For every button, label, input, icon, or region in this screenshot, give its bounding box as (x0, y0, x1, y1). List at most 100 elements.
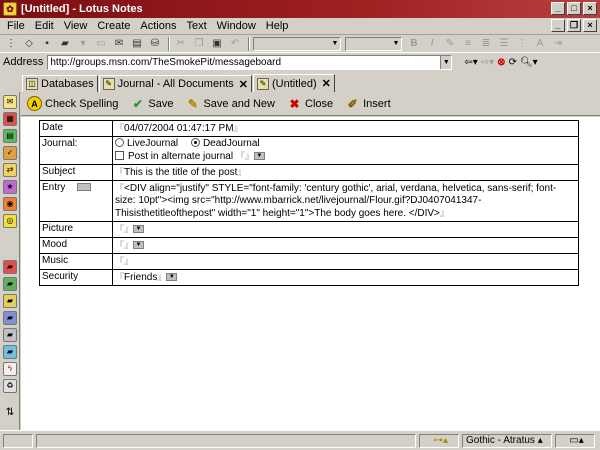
mail-bookmark-icon[interactable]: ✉ (3, 95, 17, 109)
doc-minimize-button[interactable]: _ (551, 19, 565, 32)
style-combo[interactable]: ▼ (253, 36, 341, 51)
web-bookmark-icon[interactable]: ◎ (3, 214, 17, 228)
check-spelling-button[interactable]: A Check Spelling (27, 96, 118, 111)
font-color-icon[interactable]: A (532, 37, 548, 51)
paste-icon[interactable]: ▣ (209, 37, 225, 51)
save-and-new-button[interactable]: ✎ Save and New (185, 96, 275, 111)
memo-icon[interactable]: ▭ (93, 37, 109, 51)
favorites-bookmark-icon[interactable]: ★ (3, 180, 17, 194)
insert-pencil-icon: ✐ (347, 96, 358, 111)
date-field[interactable]: 『04/07/2004 01:47:17 PM』 (112, 120, 579, 137)
alternate-journal-checkbox[interactable] (115, 151, 124, 160)
replicator-bookmark-icon[interactable]: ⇄ (3, 163, 17, 177)
entry-button[interactable] (77, 183, 92, 192)
subject-field[interactable]: 『This is the title of the post』 (112, 164, 579, 181)
status-pane-left[interactable] (3, 434, 33, 448)
picture-dropdown[interactable]: ▼ (133, 225, 145, 234)
folder-bookmark-icon[interactable]: ▰ (3, 277, 17, 291)
address-dropdown-icon[interactable]: ▼ (440, 55, 452, 69)
cut-icon[interactable]: ✂ (173, 37, 189, 51)
menu-create[interactable]: Create (92, 20, 135, 32)
form-row-entry: Entry 『<DIV align="justify" STYLE="font-… (39, 180, 579, 222)
folder-bookmark-icon[interactable]: ▰ (3, 311, 17, 325)
copy-icon[interactable]: ❐ (191, 37, 207, 51)
menu-file[interactable]: File (2, 20, 30, 32)
menu-help[interactable]: Help (261, 20, 294, 32)
doc-restore-button[interactable]: ❐ (567, 19, 581, 32)
tab-label: Databases (41, 78, 94, 90)
forward-icon[interactable]: ▾ (75, 37, 91, 51)
alternate-journal-dropdown[interactable]: ▼ (253, 152, 265, 161)
lightning-bookmark-icon[interactable]: ϟ (3, 362, 17, 376)
bookmark-bar: ✉ ▦ ▤ ✓ ⇄ ★ ◉ ◎ ▰ ▰ ▰ ▰ ▰ ▰ ϟ ♻ ⇅ (0, 92, 20, 430)
livejournal-radio[interactable]: LiveJournal (115, 138, 178, 149)
diamond-icon[interactable]: ◇ (21, 37, 37, 51)
minimize-button[interactable]: _ (551, 2, 565, 15)
doc-close-button[interactable]: × (583, 19, 597, 32)
stop-icon[interactable]: ⊗ (497, 57, 505, 68)
highlight-icon[interactable]: ✎ (442, 37, 458, 51)
mood-field[interactable]: 『』 ▼ (112, 237, 579, 254)
bold-icon[interactable]: B (406, 37, 422, 51)
close-button[interactable]: ✖ Close (287, 96, 333, 111)
music-field[interactable]: 『』 (112, 253, 579, 270)
folder-bookmark-icon[interactable]: ▰ (3, 345, 17, 359)
nav-icons: ⇦▾ ⇨▾ ⊗ ⟳ 🔍︎▾ (464, 57, 537, 68)
save-button[interactable]: ✔ Save (130, 96, 174, 111)
entry-field[interactable]: 『<DIV align="justify" STYLE="font-family… (112, 180, 579, 222)
security-field[interactable]: 『Friends』 ▼ (112, 269, 579, 286)
picture-field[interactable]: 『』 ▼ (112, 221, 579, 238)
tab-untitled[interactable]: ✎ (Untitled) ✕ (252, 74, 335, 92)
search-icon[interactable]: 🔍︎▾ (520, 57, 538, 68)
open-folder-icon[interactable]: ▰ (57, 37, 73, 51)
font-size-combo[interactable]: ▼ (345, 36, 402, 51)
numbering-icon[interactable]: ⋮ (514, 37, 530, 51)
address-input[interactable]: http://groups.msn.com/TheSmokePit/messag… (47, 54, 453, 70)
databases-bookmark-icon[interactable]: ◉ (3, 197, 17, 211)
bullets-icon[interactable]: ☰ (496, 37, 512, 51)
menu-edit[interactable]: Edit (30, 20, 59, 32)
close-tab-icon[interactable]: ✕ (239, 78, 248, 91)
entry-label: Entry (42, 182, 66, 193)
database-icon[interactable]: ⛁ (147, 37, 163, 51)
save-icon[interactable]: ▪ (39, 37, 55, 51)
undo-icon[interactable]: ↶ (227, 37, 243, 51)
indent-icon[interactable]: ⇥ (550, 37, 566, 51)
menu-text[interactable]: Text (181, 20, 211, 32)
key-icon-pane[interactable]: ⊶▴ (419, 434, 459, 448)
mail-icon[interactable]: ✉ (111, 37, 127, 51)
calendar-bookmark-icon[interactable]: ▦ (3, 112, 17, 126)
refresh-icon[interactable]: ⟳ (509, 57, 517, 68)
align-center-icon[interactable]: ≣ (478, 37, 494, 51)
document-area: Date 『04/07/2004 01:47:17 PM』 Journal: L… (21, 117, 600, 430)
save-and-new-label: Save and New (203, 97, 275, 110)
tab-journal[interactable]: ✎ Journal - All Documents ✕ (98, 75, 252, 92)
menu-view[interactable]: View (59, 20, 93, 32)
close-window-button[interactable]: × (583, 2, 597, 15)
italic-icon[interactable]: I (424, 37, 440, 51)
inbox-status[interactable]: ▭▴ (555, 434, 595, 448)
recycle-bookmark-icon[interactable]: ♻ (3, 379, 17, 393)
security-dropdown[interactable]: ▼ (166, 273, 178, 282)
menu-actions[interactable]: Actions (135, 20, 181, 32)
scroll-bookmarks-icon[interactable]: ⇅ (3, 407, 17, 421)
folder-bookmark-icon[interactable]: ▰ (3, 294, 17, 308)
maximize-button[interactable]: □ (567, 2, 581, 15)
window-controls: _ □ × (551, 2, 597, 15)
separator (168, 36, 170, 51)
back-icon[interactable]: ⇦▾ (464, 57, 477, 68)
print-icon[interactable]: ▤ (129, 37, 145, 51)
todo-bookmark-icon[interactable]: ✓ (3, 146, 17, 160)
menu-window[interactable]: Window (212, 20, 261, 32)
mood-dropdown[interactable]: ▼ (133, 241, 145, 250)
insert-button[interactable]: ✐ Insert (345, 96, 391, 111)
deadjournal-radio[interactable]: DeadJournal (190, 138, 260, 149)
address-book-bookmark-icon[interactable]: ▤ (3, 129, 17, 143)
align-left-icon[interactable]: ≡ (460, 37, 476, 51)
font-status[interactable]: Gothic - Atratus ▴ (462, 434, 552, 448)
tab-databases[interactable]: ◫ Databases (22, 75, 98, 92)
forward-nav-icon[interactable]: ⇨▾ (481, 57, 494, 68)
folder-bookmark-icon[interactable]: ▰ (3, 260, 17, 274)
folder-bookmark-icon[interactable]: ▰ (3, 328, 17, 342)
close-tab-icon[interactable]: ✕ (322, 77, 331, 90)
